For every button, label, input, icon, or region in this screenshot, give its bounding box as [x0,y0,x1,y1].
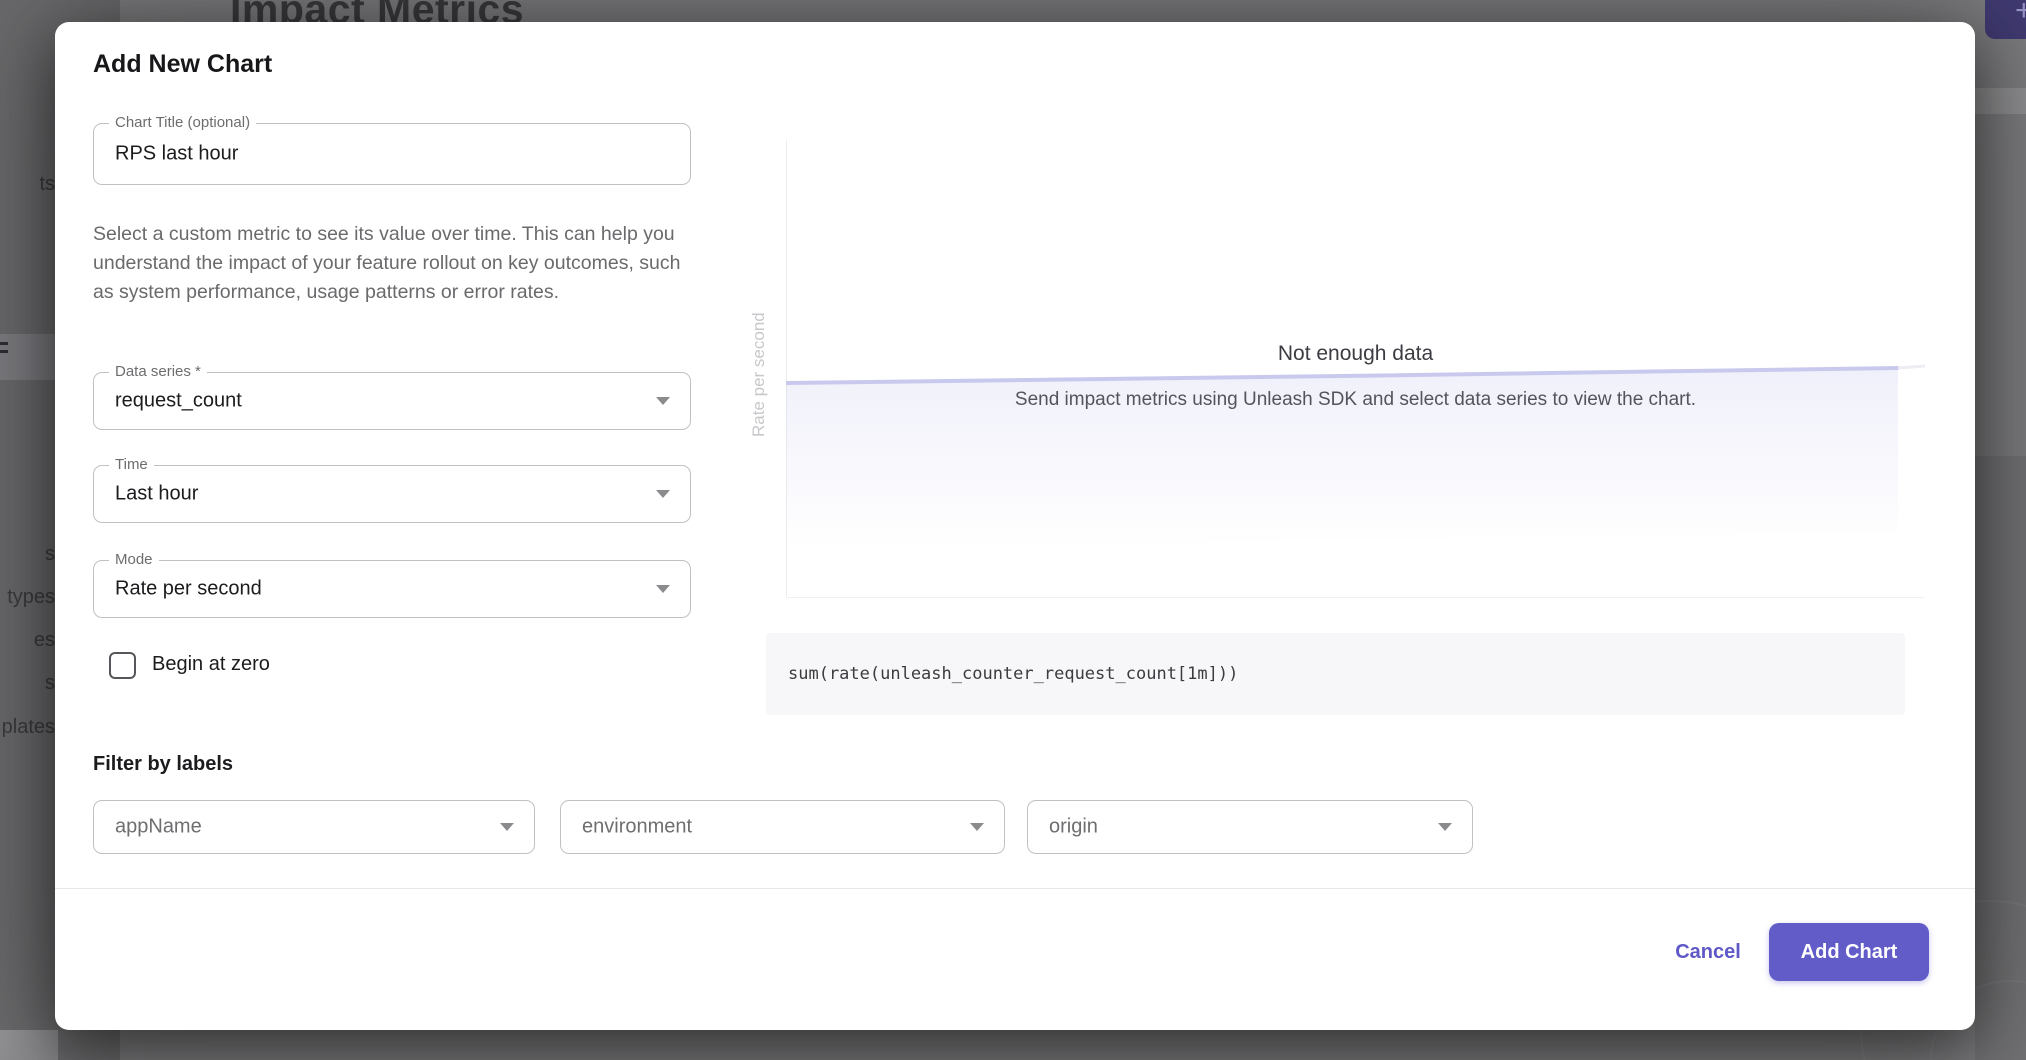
background-sidebar-corner [0,1030,58,1060]
sidebar-item-fragment-mark [0,342,8,345]
arrow-dropdown-icon [500,823,514,831]
promql-query: sum(rate(unleash_counter_request_count[1… [788,664,1238,684]
background-band [1975,88,2026,114]
sidebar-item-fragment: s [45,543,55,566]
add-chart-button[interactable]: Add Chart [1769,923,1929,981]
screen: Impact Metrics ts s types es s plates + … [0,0,2026,1060]
filter-origin-select[interactable]: origin [1027,800,1473,854]
filter-by-labels-heading: Filter by labels [93,753,233,776]
add-new-chart-dialog: Add New Chart Chart Title (optional) RPS… [55,22,1975,1030]
mode-select[interactable]: Mode Rate per second [93,560,691,618]
arrow-dropdown-icon [656,397,670,405]
time-select[interactable]: Time Last hour [93,465,691,523]
query-code-block: sum(rate(unleash_counter_request_count[1… [766,633,1905,715]
mode-label: Mode [109,551,159,568]
footer-divider [55,888,1975,889]
chart-title-label: Chart Title (optional) [109,114,256,131]
mode-value: Rate per second [115,578,262,601]
chart-title-input[interactable]: Chart Title (optional) RPS last hour [93,123,691,185]
sidebar-item-fragment: s [45,672,55,695]
arrow-dropdown-icon [970,823,984,831]
chart-title-value: RPS last hour [115,143,238,166]
sidebar-item-fragment: plates [2,716,55,739]
begin-at-zero-label: Begin at zero [152,653,270,676]
data-series-select[interactable]: Data series * request_count [93,372,691,430]
sidebar-active-item [0,334,55,380]
background-add-button: + [1985,0,2026,39]
chart-canvas [786,140,1925,598]
cancel-button[interactable]: Cancel [1662,937,1754,967]
arrow-dropdown-icon [1438,823,1452,831]
filter-appname-value: appName [115,816,202,839]
chart-y-axis-label: Rate per second [749,305,769,437]
filter-origin-value: origin [1049,816,1098,839]
time-label: Time [109,456,154,473]
arrow-dropdown-icon [656,490,670,498]
dialog-title: Add New Chart [93,50,272,79]
data-series-value: request_count [115,390,242,413]
plus-icon: + [2015,0,2026,28]
chart-empty-state-message: Send impact metrics using Unleash SDK an… [786,389,1925,411]
sidebar-item-fragment-mark [0,350,8,353]
filter-environment-value: environment [582,816,692,839]
chart-empty-state-title: Not enough data [786,342,1925,366]
chart-preview: Not enough data Send impact metrics usin… [786,140,1925,598]
data-series-label: Data series * [109,363,207,380]
filter-appname-select[interactable]: appName [93,800,535,854]
begin-at-zero-checkbox[interactable] [109,652,136,679]
chart-placeholder-line-fade [1898,366,1925,368]
sidebar-item-fragment: es [34,629,55,652]
filter-environment-select[interactable]: environment [560,800,1005,854]
dialog-description: Select a custom metric to see its value … [93,220,687,307]
arrow-dropdown-icon [656,585,670,593]
time-value: Last hour [115,483,198,506]
sidebar-item-fragment: ts [39,173,55,196]
sidebar-item-fragment: types [7,586,55,609]
